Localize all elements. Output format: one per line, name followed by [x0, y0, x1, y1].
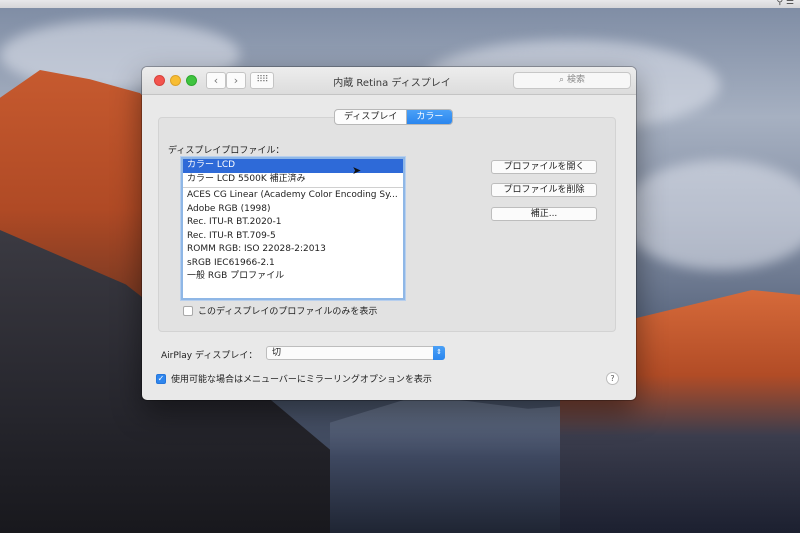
minimize-button[interactable]: [170, 75, 181, 86]
back-button[interactable]: ‹: [206, 72, 226, 89]
tab-display[interactable]: ディスプレイ: [335, 110, 406, 124]
airplay-display-label: AirPlay ディスプレイ：: [161, 351, 258, 361]
help-button[interactable]: ?: [606, 372, 619, 385]
search-field[interactable]: ⌕ 検索: [513, 72, 631, 89]
only-this-display-label: このディスプレイのプロファイルのみを表示: [198, 307, 378, 317]
delete-profile-button[interactable]: プロファイルを削除: [491, 183, 597, 197]
list-item[interactable]: ACES CG Linear (Academy Color Encoding S…: [183, 189, 403, 203]
menu-bar: ⚲ ☰: [0, 0, 800, 8]
list-item[interactable]: Rec. ITU-R BT.709-5: [183, 230, 403, 244]
list-item[interactable]: Rec. ITU-R BT.2020-1: [183, 216, 403, 230]
tab-bar: ディスプレイ カラー: [334, 109, 454, 125]
list-item[interactable]: カラー LCD: [183, 159, 403, 173]
calibrate-button[interactable]: 補正...: [491, 207, 597, 221]
question-icon: ?: [610, 374, 615, 383]
tab-color[interactable]: カラー: [406, 110, 453, 124]
updown-arrows-icon: ⇕: [433, 346, 445, 360]
window-title: 内蔵 Retina ディスプレイ: [333, 78, 451, 89]
only-this-display-checkbox[interactable]: [183, 305, 193, 316]
search-icon: ⌕: [558, 75, 565, 85]
mirroring-option-label: 使用可能な場合はメニューバーにミラーリングオプションを表示: [171, 375, 432, 385]
list-item[interactable]: sRGB IEC61966-2.1: [183, 257, 403, 271]
airplay-display-select[interactable]: 切 ⇕: [266, 346, 445, 360]
display-preferences-window: ‹ › ⠿⠿ 内蔵 Retina ディスプレイ ⌕ 検索 ディスプレイ カラー デ…: [142, 67, 636, 400]
list-separator: [183, 187, 403, 188]
grid-icon: ⠿⠿: [256, 75, 268, 85]
close-button[interactable]: [154, 75, 165, 86]
show-all-button[interactable]: ⠿⠿: [250, 72, 274, 89]
list-item[interactable]: 一般 RGB プロファイル: [183, 270, 403, 284]
list-item[interactable]: ROMM RGB: ISO 22028-2:2013: [183, 243, 403, 257]
list-item[interactable]: カラー LCD 5500K 補正済み: [183, 173, 403, 187]
menu-bar-tray-icons[interactable]: ⚲ ☰: [776, 0, 794, 7]
mirroring-option-checkbox-row[interactable]: ✓ 使用可能な場合はメニューバーにミラーリングオプションを表示: [156, 372, 432, 385]
chevron-left-icon: ‹: [213, 74, 219, 87]
zoom-button[interactable]: [186, 75, 197, 86]
mouse-pointer-icon: ➤: [352, 164, 362, 177]
display-profile-label: ディスプレイプロファイル：: [168, 146, 285, 156]
profile-list[interactable]: カラー LCD カラー LCD 5500K 補正済み ACES CG Linea…: [181, 157, 405, 300]
open-profile-button[interactable]: プロファイルを開く: [491, 160, 597, 174]
mirroring-option-checkbox[interactable]: ✓: [156, 373, 166, 384]
only-this-display-checkbox-row[interactable]: このディスプレイのプロファイルのみを表示: [183, 304, 377, 317]
list-item[interactable]: Adobe RGB (1998): [183, 203, 403, 217]
search-placeholder: 検索: [567, 75, 586, 85]
title-bar: ‹ › ⠿⠿ 内蔵 Retina ディスプレイ ⌕ 検索: [142, 67, 636, 95]
chevron-right-icon: ›: [233, 74, 239, 87]
airplay-display-value: 切: [272, 348, 282, 358]
forward-button[interactable]: ›: [226, 72, 246, 89]
